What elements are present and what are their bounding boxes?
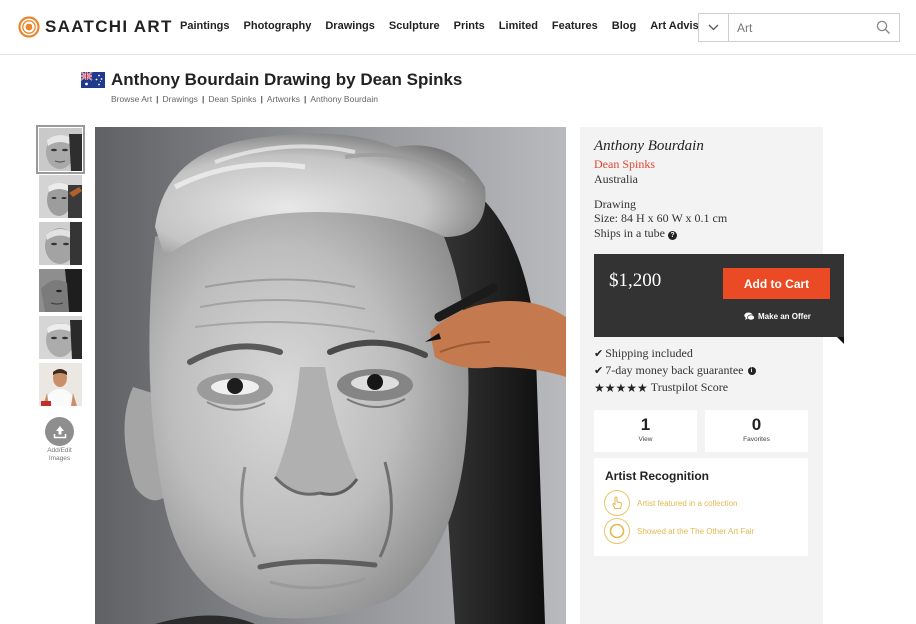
artist-photo-thumbnail bbox=[39, 363, 82, 406]
thumbnail-3[interactable] bbox=[39, 222, 82, 265]
nav-sculpture[interactable]: Sculpture bbox=[389, 20, 440, 32]
nav-prints[interactable]: Prints bbox=[454, 20, 485, 32]
breadcrumb: Browse Art | Drawings | Dean Spinks | Artwo… bbox=[111, 94, 378, 104]
logo-text: SAATCHI ART bbox=[45, 17, 173, 36]
favorites-label: Favorites bbox=[743, 436, 770, 443]
saatchi-logo[interactable]: SAATCHI ART bbox=[18, 15, 173, 39]
shipping-method-text: Ships in a tube bbox=[594, 226, 665, 240]
nav-drawings[interactable]: Drawings bbox=[325, 20, 375, 32]
guarantee-text: 7-day money back guarantee bbox=[605, 363, 744, 377]
star-icon: ★★★★★ bbox=[594, 380, 648, 395]
recognition-collection-text[interactable]: Artist featured in a collection bbox=[637, 499, 738, 508]
portrait-thumbnail bbox=[39, 316, 82, 359]
favorites-stat[interactable]: 0 Favorites bbox=[705, 410, 808, 452]
nav-photography[interactable]: Photography bbox=[244, 20, 312, 32]
artwork-medium: Drawing bbox=[594, 197, 636, 211]
artwork-size: Size: 84 H x 60 W x 0.1 cm bbox=[594, 211, 728, 225]
favorites-count: 0 bbox=[751, 415, 762, 434]
search-bar bbox=[698, 13, 900, 42]
artwork-main-image[interactable] bbox=[95, 127, 566, 624]
search-icon[interactable] bbox=[876, 20, 891, 35]
check-icon: ✔ bbox=[594, 347, 604, 360]
chevron-down-icon bbox=[708, 24, 719, 31]
check-icon: ✔ bbox=[594, 364, 604, 377]
upload-images-label: Add/Edit Images bbox=[47, 447, 72, 462]
upload-images-button[interactable] bbox=[45, 417, 74, 446]
views-stat: 1 View bbox=[594, 410, 697, 452]
artist-recognition-title: Artist Recognition bbox=[605, 469, 709, 483]
search-category-dropdown[interactable] bbox=[699, 14, 729, 41]
thumbnail-5[interactable] bbox=[39, 316, 82, 359]
thumbnail-1[interactable] bbox=[36, 125, 85, 174]
portrait-thumbnail bbox=[39, 128, 82, 171]
main-nav: Paintings Photography Drawings Sculpture… bbox=[180, 20, 730, 32]
portrait-thumbnail bbox=[39, 269, 82, 312]
chat-icon bbox=[744, 312, 755, 321]
add-to-cart-button[interactable]: Add to Cart bbox=[723, 268, 830, 299]
nav-blog[interactable]: Blog bbox=[612, 20, 636, 32]
artwork-drawing bbox=[95, 127, 566, 624]
artwork-title: Anthony Bourdain Drawing by Dean Spinks bbox=[111, 70, 463, 89]
artist-country: Australia bbox=[594, 172, 638, 186]
shipping-included-text: Shipping included bbox=[605, 346, 693, 360]
saatchi-logo-icon bbox=[18, 16, 40, 38]
price: $1,200 bbox=[609, 270, 662, 291]
help-icon[interactable]: ? bbox=[668, 231, 677, 240]
artwork-name: Anthony Bourdain bbox=[594, 138, 704, 154]
thumbnail-6[interactable] bbox=[39, 363, 82, 406]
ring-icon bbox=[604, 518, 630, 544]
price-box-fold bbox=[837, 337, 844, 344]
breadcrumb-artist[interactable]: Dean Spinks bbox=[208, 94, 256, 104]
trustpilot-text: Trustpilot Score bbox=[650, 380, 729, 394]
portrait-thumbnail bbox=[39, 175, 82, 218]
views-count: 1 bbox=[640, 415, 651, 434]
shipping-included-row: ✔ Shipping included bbox=[594, 346, 693, 361]
make-offer-label: Make an Offer bbox=[758, 312, 811, 321]
top-navigation-bar: SAATCHI ART Paintings Photography Drawin… bbox=[0, 0, 916, 55]
thumbnail-2[interactable] bbox=[39, 175, 82, 218]
portrait-thumbnail bbox=[39, 222, 82, 265]
artist-recognition-box: Artist Recognition Artist featured in a … bbox=[594, 458, 808, 556]
make-offer-link[interactable]: Make an Offer bbox=[744, 312, 811, 321]
breadcrumb-browse-art[interactable]: Browse Art bbox=[111, 94, 152, 104]
shipping-method: Ships in a tube? bbox=[594, 226, 677, 241]
nav-limited[interactable]: Limited bbox=[499, 20, 538, 32]
breadcrumb-drawings[interactable]: Drawings bbox=[163, 94, 198, 104]
breadcrumb-artworks[interactable]: Artworks bbox=[267, 94, 300, 104]
recognition-item-collection: Artist featured in a collection bbox=[604, 490, 738, 516]
artist-link[interactable]: Dean Spinks bbox=[594, 157, 655, 172]
info-icon[interactable]: i bbox=[747, 366, 756, 375]
upload-icon bbox=[53, 425, 66, 438]
breadcrumb-artwork[interactable]: Anthony Bourdain bbox=[310, 94, 378, 104]
nav-features[interactable]: Features bbox=[552, 20, 598, 32]
nav-paintings[interactable]: Paintings bbox=[180, 20, 230, 32]
australia-flag-icon bbox=[81, 72, 105, 88]
views-label: View bbox=[638, 436, 653, 443]
trustpilot-row[interactable]: ★★★★★ Trustpilot Score bbox=[594, 380, 728, 395]
recognition-art-fair-text[interactable]: Showed at the The Other Art Fair bbox=[637, 527, 754, 536]
thumbnail-4[interactable] bbox=[39, 269, 82, 312]
search-input[interactable] bbox=[737, 18, 867, 37]
hand-pointer-icon bbox=[604, 490, 630, 516]
recognition-item-art-fair: Showed at the The Other Art Fair bbox=[604, 518, 754, 544]
guarantee-row: ✔ 7-day money back guarantee i bbox=[594, 363, 756, 378]
